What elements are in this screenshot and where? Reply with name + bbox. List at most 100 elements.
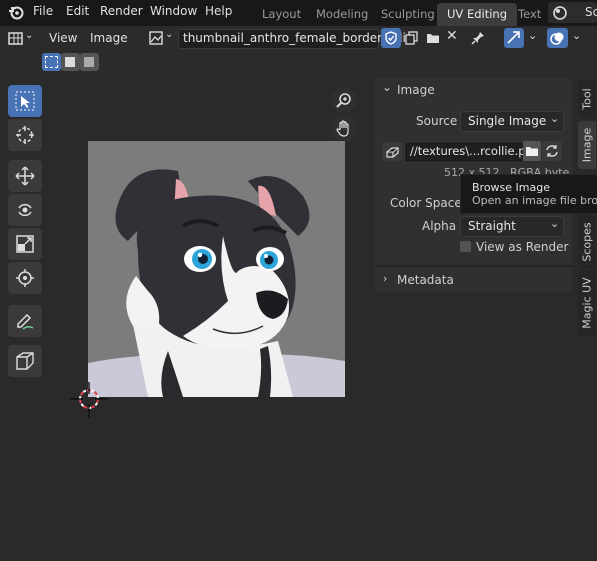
pencil-icon xyxy=(15,311,35,334)
tab-tool[interactable]: Tool xyxy=(578,80,596,118)
cube-icon xyxy=(15,351,35,374)
top-bar: File Edit Render Window Help Layout Mode… xyxy=(0,0,597,26)
overlays-icon xyxy=(550,31,565,49)
grab-tool-button[interactable] xyxy=(8,345,42,377)
workspace-tab-modeling[interactable]: Modeling xyxy=(316,7,368,21)
close-icon: ✕ xyxy=(446,28,458,44)
menu-render[interactable]: Render xyxy=(100,4,143,18)
2d-cursor-icon[interactable] xyxy=(70,382,108,423)
pin-button[interactable] xyxy=(468,28,488,48)
color-space-label: Color Space xyxy=(390,196,462,210)
open-image-button[interactable] xyxy=(423,28,443,48)
uv-sync-selection-button[interactable] xyxy=(504,28,524,48)
scale-tool-button[interactable] xyxy=(8,228,42,260)
source-value: Single Image xyxy=(468,114,547,128)
select-subtract-mode-button[interactable] xyxy=(80,53,99,71)
scene-icon xyxy=(552,5,568,24)
metadata-section-header[interactable]: › Metadata xyxy=(374,268,572,292)
zoom-button[interactable] xyxy=(331,87,357,113)
image-section-title: Image xyxy=(397,83,435,97)
chevron-down-icon[interactable]: ⌄ xyxy=(528,29,537,42)
alpha-label: Alpha xyxy=(422,219,457,233)
workspace-tab-layout[interactable]: Layout xyxy=(262,7,301,21)
menu-window[interactable]: Window xyxy=(150,4,197,18)
scene-name: Sc xyxy=(585,5,597,19)
cursor-tool-button[interactable] xyxy=(8,119,42,151)
editor-header: ⌄ View Image ⌄ thumbnail_anthro_female_b… xyxy=(0,26,597,76)
view-as-render-checkbox[interactable] xyxy=(460,241,471,252)
view-menu[interactable]: View xyxy=(49,31,77,45)
tab-image[interactable]: Image xyxy=(578,121,596,169)
workspace-tab-sculpting[interactable]: Sculpting xyxy=(381,7,435,21)
chevron-down-icon: ⌄ xyxy=(550,112,560,125)
pin-icon xyxy=(470,30,486,49)
uv-image-canvas[interactable] xyxy=(88,141,345,397)
chevron-right-icon: › xyxy=(383,272,388,285)
image-browse-button[interactable]: ⌄ xyxy=(146,29,176,48)
duplicate-image-button[interactable] xyxy=(402,28,422,48)
folder-icon xyxy=(426,31,440,48)
select-set-icon xyxy=(45,56,58,68)
rotate-icon xyxy=(15,200,35,223)
metadata-section-title: Metadata xyxy=(397,273,454,287)
workspace-tab-uv-editing[interactable]: UV Editing xyxy=(437,3,517,26)
image-editor-icon xyxy=(8,31,24,50)
source-dropdown[interactable]: Single Image ⌄ xyxy=(460,111,564,132)
scale-icon xyxy=(15,234,35,257)
scene-selector[interactable]: Sc xyxy=(548,2,597,23)
chevron-down-icon[interactable]: ⌄ xyxy=(572,29,581,42)
image-section-header[interactable]: ⌄ Image xyxy=(374,78,572,102)
image-name-text: thumbnail_anthro_female_bordercollie xyxy=(183,31,414,45)
alpha-dropdown[interactable]: Straight ⌄ xyxy=(460,216,564,237)
reload-icon xyxy=(545,144,559,161)
editor-type-button[interactable]: ⌄ xyxy=(8,30,36,48)
browse-image-tooltip: Browse Image Open an image file browser xyxy=(460,174,597,214)
rotate-tool-button[interactable] xyxy=(8,194,42,226)
pack-image-button[interactable] xyxy=(382,142,402,161)
overlays-button[interactable] xyxy=(547,28,568,48)
workspace-tab-text[interactable]: Text xyxy=(518,7,541,21)
cursor-icon xyxy=(15,125,35,148)
source-label: Source xyxy=(416,114,458,128)
uv-sync-icon xyxy=(506,30,522,49)
move-icon xyxy=(15,166,35,189)
pan-button[interactable] xyxy=(331,116,357,142)
select-extend-icon xyxy=(65,57,75,67)
menu-edit[interactable]: Edit xyxy=(66,4,89,18)
view-as-render-label: View as Render xyxy=(476,240,569,254)
image-icon xyxy=(149,31,163,48)
transform-tool-button[interactable] xyxy=(8,262,42,294)
transform-icon xyxy=(15,268,35,291)
image-menu[interactable]: Image xyxy=(90,31,128,45)
select-tool-button[interactable] xyxy=(8,85,42,117)
unlink-image-button[interactable]: ✕ xyxy=(443,28,461,48)
folder-icon xyxy=(525,144,539,161)
browse-image-button[interactable] xyxy=(523,141,541,161)
section-divider xyxy=(374,265,572,267)
zoom-icon xyxy=(336,92,352,111)
shield-icon xyxy=(384,31,398,48)
package-icon xyxy=(385,145,399,161)
menu-file[interactable]: File xyxy=(33,4,53,18)
chevron-down-icon: ⌄ xyxy=(550,217,560,230)
select-extend-mode-button[interactable] xyxy=(61,53,80,71)
menu-help[interactable]: Help xyxy=(205,4,232,18)
hand-icon xyxy=(336,120,352,141)
filepath-field[interactable]: //textures\...rcollie.png xyxy=(404,141,540,163)
alpha-value: Straight xyxy=(468,219,516,233)
select-new-mode-button[interactable] xyxy=(42,53,61,71)
annotate-tool-button[interactable] xyxy=(8,305,42,337)
select-box-icon xyxy=(15,91,35,114)
tooltip-title: Browse Image xyxy=(472,181,550,194)
tab-scopes[interactable]: Scopes xyxy=(578,215,596,268)
duplicate-icon xyxy=(405,31,419,48)
select-subtract-icon xyxy=(84,57,94,67)
move-tool-button[interactable] xyxy=(8,160,42,192)
fake-user-button[interactable] xyxy=(381,28,401,48)
tab-magic-uv[interactable]: Magic UV xyxy=(578,270,596,336)
reload-image-button[interactable] xyxy=(542,141,562,161)
character-texture-image xyxy=(88,169,345,397)
image-name-field[interactable]: thumbnail_anthro_female_bordercollie xyxy=(178,29,413,49)
blender-logo-icon[interactable] xyxy=(8,4,24,23)
tooltip-description: Open an image file browser xyxy=(472,194,597,207)
